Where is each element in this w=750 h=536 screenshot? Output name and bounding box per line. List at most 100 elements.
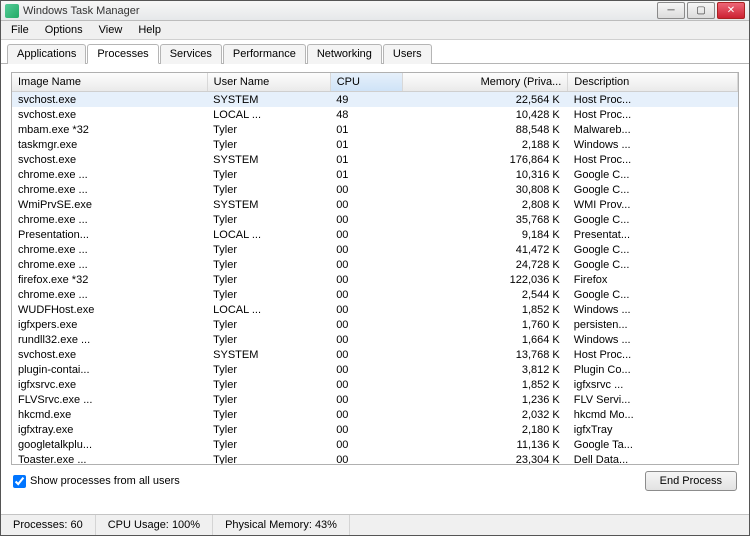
close-button[interactable]: ✕ [717, 2, 745, 19]
status-processes: Processes: 60 [1, 515, 96, 535]
statusbar: Processes: 60 CPU Usage: 100% Physical M… [1, 514, 749, 535]
column-header-cpu[interactable]: CPU [330, 73, 402, 92]
cell: Tyler [207, 332, 330, 347]
table-row[interactable]: svchost.exeSYSTEM4922,564 KHost Proc... [12, 92, 738, 108]
table-row[interactable]: FLVSrvc.exe ...Tyler001,236 KFLV Servi..… [12, 392, 738, 407]
table-row[interactable]: svchost.exeSYSTEM01176,864 KHost Proc... [12, 152, 738, 167]
cell: Tyler [207, 437, 330, 452]
column-header-user[interactable]: User Name [207, 73, 330, 92]
cell: 00 [330, 392, 402, 407]
menu-file[interactable]: File [3, 22, 37, 38]
cell: 10,428 K [402, 107, 567, 122]
content-area: Image NameUser NameCPUMemory (Priva...De… [1, 64, 749, 499]
cell: taskmgr.exe [12, 137, 207, 152]
cell: chrome.exe ... [12, 212, 207, 227]
show-all-users-row[interactable]: Show processes from all users [13, 475, 180, 488]
cell: Tyler [207, 422, 330, 437]
table-row[interactable]: chrome.exe ...Tyler0024,728 KGoogle C... [12, 257, 738, 272]
cell: 22,564 K [402, 92, 567, 108]
table-row[interactable]: WmiPrvSE.exeSYSTEM002,808 KWMI Prov... [12, 197, 738, 212]
cell: 00 [330, 407, 402, 422]
column-header-description[interactable]: Description [568, 73, 738, 92]
table-row[interactable]: mbam.exe *32Tyler0188,548 KMalwareb... [12, 122, 738, 137]
end-process-button[interactable]: End Process [645, 471, 737, 491]
cell: FLVSrvc.exe ... [12, 392, 207, 407]
tabs-row: ApplicationsProcessesServicesPerformance… [1, 40, 749, 64]
cell: LOCAL ... [207, 107, 330, 122]
table-row[interactable]: chrome.exe ...Tyler0030,808 KGoogle C... [12, 182, 738, 197]
table-row[interactable]: chrome.exe ...Tyler0110,316 KGoogle C... [12, 167, 738, 182]
maximize-button[interactable]: ▢ [687, 2, 715, 19]
table-row[interactable]: Presentation...LOCAL ...009,184 KPresent… [12, 227, 738, 242]
cell: Presentat... [568, 227, 738, 242]
menu-view[interactable]: View [91, 22, 131, 38]
cell: WUDFHost.exe [12, 302, 207, 317]
cell: 30,808 K [402, 182, 567, 197]
cell: Tyler [207, 377, 330, 392]
table-row[interactable]: firefox.exe *32Tyler00122,036 KFirefox [12, 272, 738, 287]
table-row[interactable]: chrome.exe ...Tyler0035,768 KGoogle C... [12, 212, 738, 227]
cell: Tyler [207, 287, 330, 302]
table-row[interactable]: svchost.exeSYSTEM0013,768 KHost Proc... [12, 347, 738, 362]
cell: 1,852 K [402, 302, 567, 317]
show-all-users-checkbox[interactable] [13, 475, 26, 488]
table-row[interactable]: hkcmd.exeTyler002,032 Khkcmd Mo... [12, 407, 738, 422]
minimize-button[interactable]: ─ [657, 2, 685, 19]
cell: Google C... [568, 182, 738, 197]
cell: 1,760 K [402, 317, 567, 332]
cell: hkcmd.exe [12, 407, 207, 422]
table-row[interactable]: igfxsrvc.exeTyler001,852 Kigfxsrvc ... [12, 377, 738, 392]
table-row[interactable]: rundll32.exe ...Tyler001,664 KWindows ..… [12, 332, 738, 347]
cell: 00 [330, 242, 402, 257]
cell: Tyler [207, 212, 330, 227]
cell: Plugin Co... [568, 362, 738, 377]
cell: 01 [330, 122, 402, 137]
cell: SYSTEM [207, 197, 330, 212]
cell: igfxtray.exe [12, 422, 207, 437]
cell: Google C... [568, 242, 738, 257]
cell: 2,188 K [402, 137, 567, 152]
cell: Host Proc... [568, 92, 738, 108]
cell: WmiPrvSE.exe [12, 197, 207, 212]
tab-services[interactable]: Services [160, 44, 222, 64]
column-header-image[interactable]: Image Name [12, 73, 207, 92]
cell: 41,472 K [402, 242, 567, 257]
cell: 10,316 K [402, 167, 567, 182]
tab-networking[interactable]: Networking [307, 44, 382, 64]
cell: Windows ... [568, 302, 738, 317]
tab-performance[interactable]: Performance [223, 44, 306, 64]
table-row[interactable]: chrome.exe ...Tyler0041,472 KGoogle C... [12, 242, 738, 257]
cell: Firefox [568, 272, 738, 287]
table-row[interactable]: WUDFHost.exeLOCAL ...001,852 KWindows ..… [12, 302, 738, 317]
menu-options[interactable]: Options [37, 22, 91, 38]
cell: 2,032 K [402, 407, 567, 422]
cell: 00 [330, 332, 402, 347]
tab-processes[interactable]: Processes [87, 44, 158, 64]
cell: 23,304 K [402, 452, 567, 465]
cell: igfxTray [568, 422, 738, 437]
cell: svchost.exe [12, 92, 207, 108]
table-row[interactable]: chrome.exe ...Tyler002,544 KGoogle C... [12, 287, 738, 302]
cell: LOCAL ... [207, 227, 330, 242]
table-row[interactable]: svchost.exeLOCAL ...4810,428 KHost Proc.… [12, 107, 738, 122]
cell: 01 [330, 167, 402, 182]
column-header-memory[interactable]: Memory (Priva... [402, 73, 567, 92]
cell: Toaster.exe ... [12, 452, 207, 465]
menu-help[interactable]: Help [130, 22, 169, 38]
cell: 00 [330, 287, 402, 302]
table-row[interactable]: igfxpers.exeTyler001,760 Kpersisten... [12, 317, 738, 332]
tab-applications[interactable]: Applications [7, 44, 86, 64]
tab-users[interactable]: Users [383, 44, 432, 64]
table-row[interactable]: Toaster.exe ...Tyler0023,304 KDell Data.… [12, 452, 738, 465]
process-table: Image NameUser NameCPUMemory (Priva...De… [12, 73, 738, 465]
cell: 122,036 K [402, 272, 567, 287]
table-row[interactable]: googletalkplu...Tyler0011,136 KGoogle Ta… [12, 437, 738, 452]
process-table-wrap[interactable]: Image NameUser NameCPUMemory (Priva...De… [11, 72, 739, 465]
cell: WMI Prov... [568, 197, 738, 212]
cell: SYSTEM [207, 152, 330, 167]
table-row[interactable]: igfxtray.exeTyler002,180 KigfxTray [12, 422, 738, 437]
window-controls: ─ ▢ ✕ [655, 2, 745, 19]
cell: 48 [330, 107, 402, 122]
table-row[interactable]: taskmgr.exeTyler012,188 KWindows ... [12, 137, 738, 152]
table-row[interactable]: plugin-contai...Tyler003,812 KPlugin Co.… [12, 362, 738, 377]
